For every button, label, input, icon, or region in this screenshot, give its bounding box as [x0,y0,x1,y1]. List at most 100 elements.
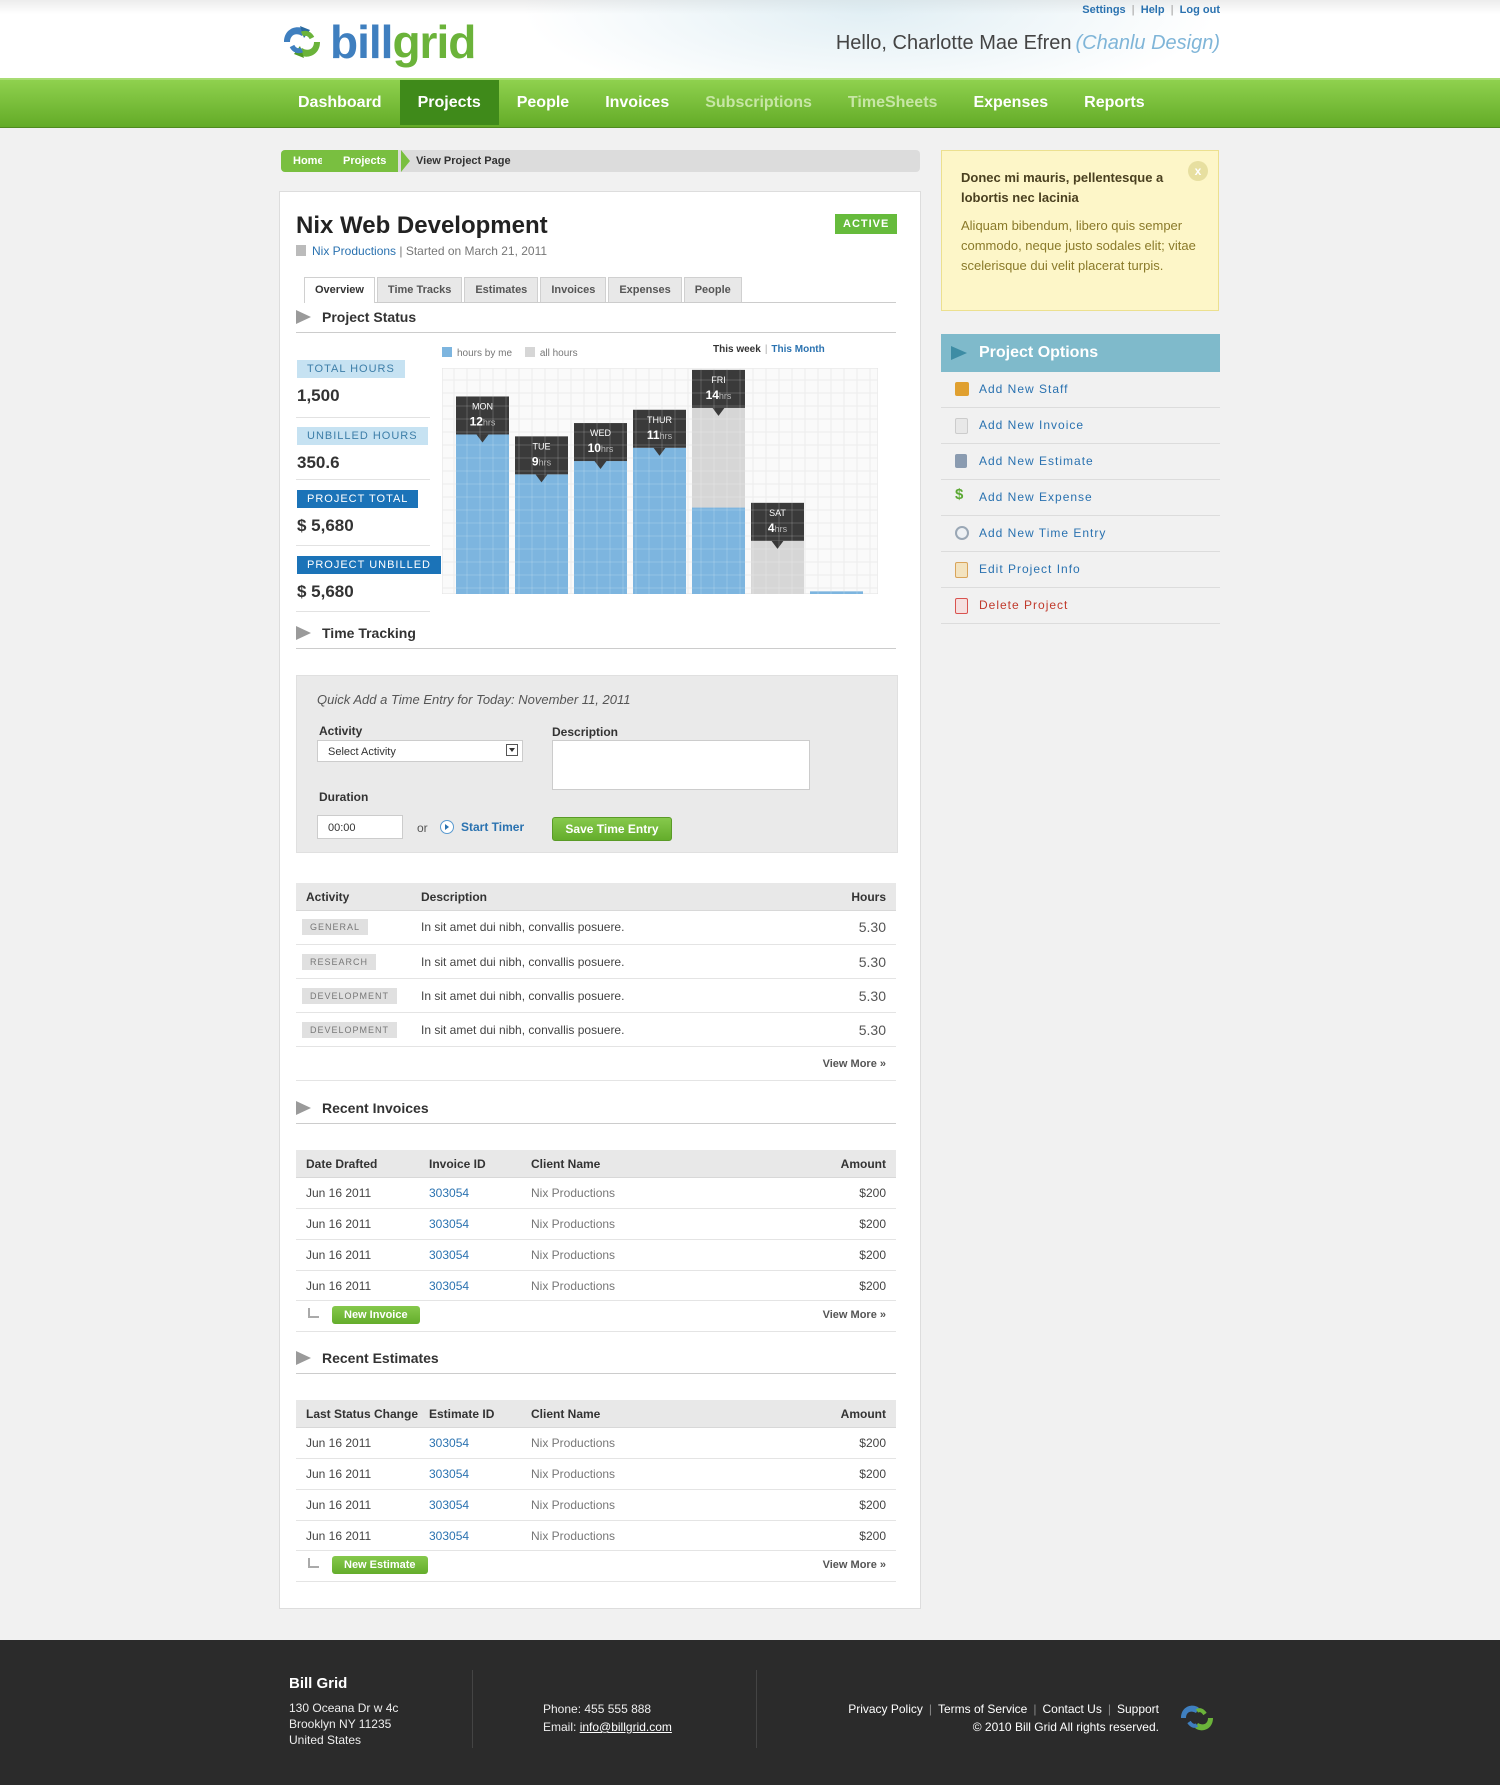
table-footer-row: View More » [296,1047,896,1081]
stat-divider [296,417,430,418]
privacy-policy-link[interactable]: Privacy Policy [848,1702,923,1716]
option-add-new-time-entry[interactable]: Add New Time Entry [941,516,1220,552]
section-title: Time Tracking [322,625,416,641]
save-time-entry-button[interactable]: Save Time Entry [552,817,672,841]
nav-projects[interactable]: Projects [399,80,499,125]
invoice-client: Nix Productions [531,1217,616,1231]
nav-reports[interactable]: Reports [1066,80,1162,125]
option-add-new-staff[interactable]: Add New Staff [941,372,1220,408]
nav-people[interactable]: People [499,80,587,125]
tab-people[interactable]: People [683,277,742,302]
col-description: Description [421,890,488,904]
invoice-date: Jun 16 2011 [306,1186,372,1200]
logo[interactable]: billgrid [278,16,476,68]
table-row[interactable]: RESEARCH In sit amet dui nibh, convallis… [296,945,896,979]
option-add-new-invoice[interactable]: Add New Invoice [941,408,1220,444]
table-row[interactable]: Jun 16 2011 303054 Nix Productions $200 [296,1271,896,1301]
option-delete-project[interactable]: Delete Project [941,588,1220,624]
table-row[interactable]: Jun 16 2011 303054 Nix Productions $200 [296,1490,896,1521]
quick-add-form: Quick Add a Time Entry for Today: Novemb… [296,675,898,853]
table-row[interactable]: DEVELOPMENT In sit amet dui nibh, conval… [296,1013,896,1047]
estimate-date: Jun 16 2011 [306,1529,372,1543]
table-row[interactable]: Jun 16 2011 303054 Nix Productions $200 [296,1209,896,1240]
col-last-status-change: Last Status Change [306,1407,419,1421]
invoice-id-link[interactable]: 303054 [429,1186,469,1200]
col-date-drafted: Date Drafted [306,1157,378,1171]
footer-address: 130 Oceana Dr w 4c Brooklyn NY 11235 Uni… [289,1700,398,1748]
edit-icon [955,562,968,578]
logo-word-bill: bill [330,16,393,68]
project-total-value: $ 5,680 [297,516,354,535]
option-add-new-estimate[interactable]: Add New Estimate [941,444,1220,480]
bar-day-label: TUE [533,441,551,451]
email-label: Email: [543,1720,580,1734]
duration-input[interactable]: 00:00 [317,815,403,839]
view-more-time-link[interactable]: View More » [823,1058,886,1070]
new-estimate-button[interactable]: New Estimate [332,1556,428,1574]
bar-hours-label: 12hrs [470,414,496,428]
option-label: Add New Time Entry [979,526,1107,540]
client-link[interactable]: Nix Productions [312,244,396,258]
help-link[interactable]: Help [1141,4,1165,16]
nav-dashboard[interactable]: Dashboard [280,80,400,125]
col-client-name: Client Name [531,1407,601,1421]
tab-time-tracks[interactable]: Time Tracks [376,277,463,302]
view-more-estimates-link[interactable]: View More » [823,1559,886,1571]
tab-estimates[interactable]: Estimates [464,277,539,302]
project-tabs: Overview Time Tracks Estimates Invoices … [304,277,896,303]
estimate-amount: $200 [859,1467,886,1481]
settings-link[interactable]: Settings [1082,4,1125,16]
activity-select[interactable]: Select Activity [317,740,523,762]
table-row[interactable]: Jun 16 2011 303054 Nix Productions $200 [296,1521,896,1551]
option-edit-project-info[interactable]: Edit Project Info [941,552,1220,588]
nav-subscriptions[interactable]: Subscriptions [687,80,830,125]
tab-expenses[interactable]: Expenses [608,277,682,302]
description-textarea[interactable] [552,740,810,790]
section-arrow-icon [296,310,311,324]
invoice-id-link[interactable]: 303054 [429,1279,469,1293]
tab-invoices[interactable]: Invoices [540,277,607,302]
table-row[interactable]: Jun 16 2011 303054 Nix Productions $200 [296,1459,896,1490]
estimate-id-link[interactable]: 303054 [429,1436,469,1450]
estimate-id-link[interactable]: 303054 [429,1498,469,1512]
address-line: 130 Oceana Dr w 4c [289,1701,399,1715]
table-row[interactable]: Jun 16 2011 303054 Nix Productions $200 [296,1428,896,1459]
start-timer-link[interactable]: Start Timer [440,820,524,834]
table-row[interactable]: Jun 16 2011 303054 Nix Productions $200 [296,1240,896,1271]
range-this-month[interactable]: This Month [771,344,824,355]
logo-word-grid: grid [392,16,476,68]
return-arrow-icon [308,1558,319,1568]
section-arrow-icon [296,626,311,640]
entry-description: In sit amet dui nibh, convallis posuere. [421,1023,625,1037]
footer-company-name: Bill Grid [289,1675,348,1692]
project-options-header: Project Options [941,334,1220,372]
nav-timesheets[interactable]: TimeSheets [830,80,956,125]
email-link[interactable]: info@billgrid.com [580,1720,672,1734]
contact-us-link[interactable]: Contact Us [1042,1702,1101,1716]
logout-link[interactable]: Log out [1180,4,1220,16]
invoice-id-link[interactable]: 303054 [429,1248,469,1262]
footer-links: Privacy Policy | Terms of Service | Contact … [848,1700,1159,1736]
estimate-id-link[interactable]: 303054 [429,1529,469,1543]
table-row[interactable]: DEVELOPMENT In sit amet dui nibh, conval… [296,979,896,1013]
nav-invoices[interactable]: Invoices [587,80,687,125]
hours-chart: MON12hrsTUE9hrsWED10hrsTHUR11hrsFRI14hrs… [442,368,878,594]
view-more-invoices-link[interactable]: View More » [823,1309,886,1321]
company-name[interactable]: (Chanlu Design) [1075,32,1220,54]
close-icon[interactable]: x [1188,161,1208,181]
range-this-week[interactable]: This week [713,344,761,355]
terms-link[interactable]: Terms of Service [938,1702,1027,1716]
breadcrumb-projects[interactable]: Projects [331,150,399,172]
new-invoice-button[interactable]: New Invoice [332,1306,420,1324]
table-row[interactable]: Jun 16 2011 303054 Nix Productions $200 [296,1178,896,1209]
estimate-id-link[interactable]: 303054 [429,1467,469,1481]
tab-overview[interactable]: Overview [304,277,375,303]
activity-label: Activity [319,724,363,738]
table-row[interactable]: GENERAL In sit amet dui nibh, convallis … [296,911,896,945]
invoice-id-link[interactable]: 303054 [429,1217,469,1231]
option-add-new-expense[interactable]: $ Add New Expense [941,480,1220,516]
nav-expenses[interactable]: Expenses [955,80,1066,125]
estimate-client: Nix Productions [531,1498,616,1512]
support-link[interactable]: Support [1117,1702,1159,1716]
invoice-client: Nix Productions [531,1279,616,1293]
